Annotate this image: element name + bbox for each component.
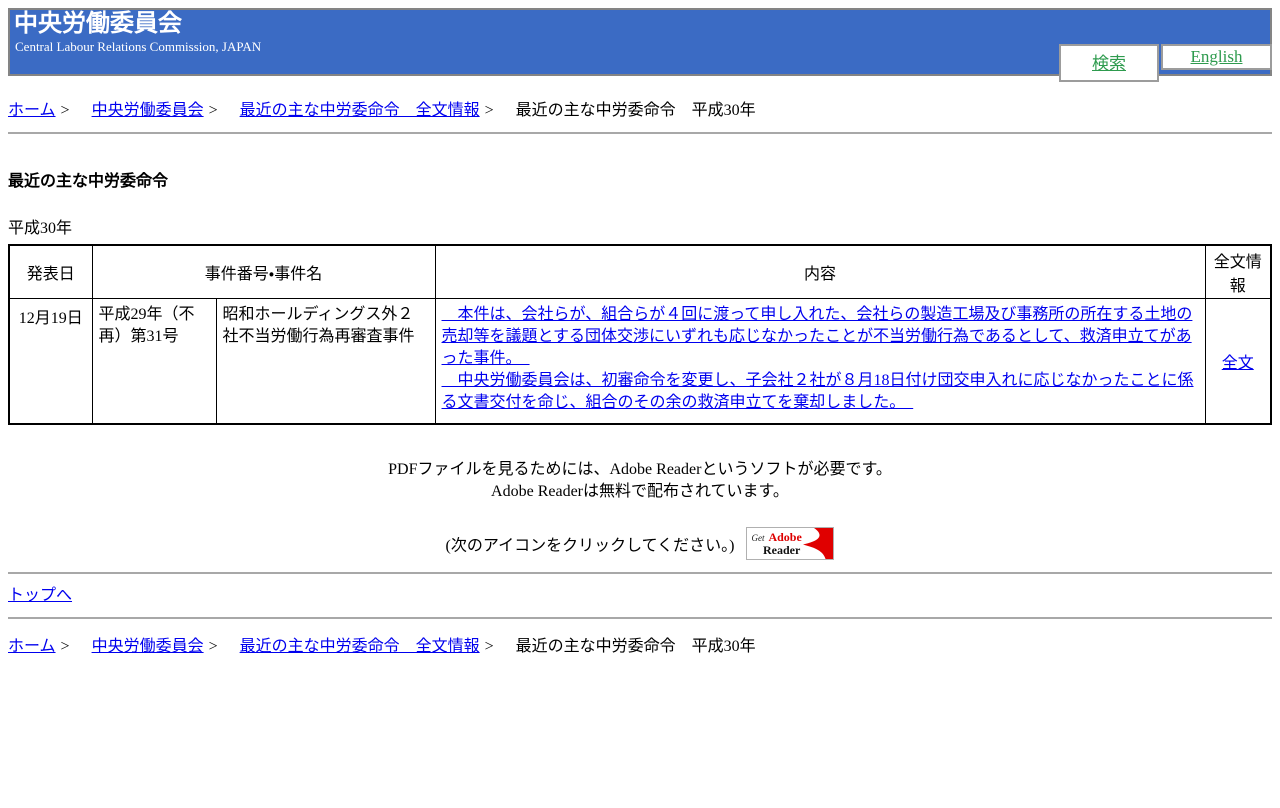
summary-link-2[interactable]: 中央労働委員会は、初審命令を変更し、子会社２社が８月18日付け団交申入れに応じな… (442, 370, 1199, 414)
adobe-badge-text: Get Adobe Reader (751, 530, 802, 557)
breadcrumb-separator: > (60, 638, 70, 655)
breadcrumb-separator: > (60, 102, 70, 119)
era-label: 平成30年 (8, 220, 73, 237)
adobe-swoosh-icon (803, 528, 834, 559)
divider (8, 617, 1272, 619)
breadcrumb-home-link[interactable]: ホーム (8, 102, 56, 119)
get-adobe-reader-icon[interactable]: Get Adobe Reader (746, 527, 835, 560)
divider (8, 132, 1272, 134)
cell-announce-date: 12月19日 (8, 298, 93, 425)
site-header: 中央労働委員会 Central Labour Relations Commiss… (8, 8, 1272, 82)
col-header-fulltext: 全文情報 (1204, 244, 1272, 299)
breadcrumb-commission-link[interactable]: 中央労働委員会 (92, 102, 204, 119)
pdf-note-line2: Adobe Readerは無料で配布されています。 (491, 483, 789, 500)
col-header-summary: 内容 (434, 244, 1206, 299)
breadcrumb-current-page: 最近の主な中労委命令 平成30年 (515, 102, 756, 119)
cell-case-name: 昭和ホールディングス外２社不当労働行為再審査事件 (215, 298, 436, 425)
site-title: 中央労働委員会 (14, 11, 182, 37)
pdf-note-row: (次のアイコンをクリックしてください。) Get Adobe Reader (8, 527, 1272, 560)
breadcrumb-separator: > (208, 102, 218, 119)
orders-table: 発表日 事件番号・事件名 内容 全文情報 12月19日 平成29年（不再）第31… (8, 244, 1272, 425)
breadcrumb-commission-link[interactable]: 中央労働委員会 (92, 638, 204, 655)
pdf-note-line1: PDFファイルを見るためには、Adobe Readerというソフトが必要です。 (388, 461, 892, 478)
breadcrumb-bottom: ホーム > 中央労働委員会 > 最近の主な中労委命令 全文情報 > 最近の主な中労委命令 平… (8, 632, 1272, 656)
english-button[interactable]: English (1161, 44, 1272, 70)
top-link[interactable]: トップへ (8, 587, 72, 604)
breadcrumb-separator: > (208, 638, 218, 655)
summary-link-1[interactable]: 本件は、会社らが、組合らが４回に渡って申し入れた、会社らの製造工場及び事務所の所… (442, 304, 1199, 370)
cell-summary: 本件は、会社らが、組合らが４回に渡って申し入れた、会社らの製造工場及び事務所の所… (434, 298, 1206, 425)
col-header-date: 発表日 (8, 244, 93, 299)
table-header-row: 発表日 事件番号・事件名 内容 全文情報 (8, 244, 1272, 299)
page: 中央労働委員会 Central Labour Relations Commiss… (8, 8, 1272, 656)
cell-fulltext: 全文 (1204, 298, 1272, 425)
breadcrumb-orders-link[interactable]: 最近の主な中労委命令 全文情報 (240, 102, 480, 119)
fulltext-link[interactable]: 全文 (1222, 355, 1254, 372)
top-link-wrap: トップへ (8, 581, 1272, 605)
pdf-note-line3: (次のアイコンをクリックしてください。) (445, 537, 735, 555)
col-header-case: 事件番号・事件名 (91, 244, 436, 299)
page-title: 最近の主な中労委命令 (8, 173, 169, 190)
breadcrumb: ホーム > 中央労働委員会 > 最近の主な中労委命令 全文情報 > 最近の主な中労委命令 平… (8, 96, 1272, 120)
breadcrumb-current-page: 最近の主な中労委命令 平成30年 (515, 638, 756, 655)
breadcrumb-separator: > (484, 102, 494, 119)
search-button[interactable]: 検索 (1059, 44, 1159, 82)
cell-case-number: 平成29年（不再）第31号 (91, 298, 217, 425)
breadcrumb-separator: > (484, 638, 494, 655)
breadcrumb-home-link[interactable]: ホーム (8, 638, 56, 655)
breadcrumb-orders-link[interactable]: 最近の主な中労委命令 全文情報 (240, 638, 480, 655)
table-row: 12月19日 平成29年（不再）第31号 昭和ホールディングス外２社不当労働行為… (8, 298, 1272, 425)
divider (8, 572, 1272, 574)
pdf-note: PDFファイルを見るためには、Adobe Readerというソフトが必要です。 … (8, 459, 1272, 503)
